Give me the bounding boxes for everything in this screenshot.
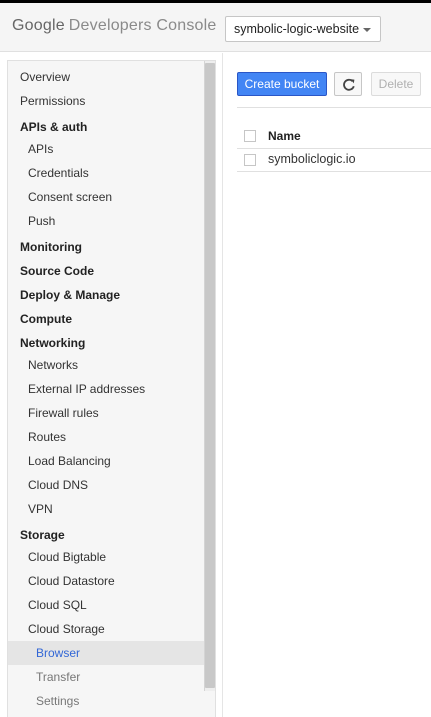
logo-google: Google — [12, 17, 65, 34]
sidebar-item-settings[interactable]: Settings — [8, 689, 204, 713]
sidebar-item-credentials[interactable]: Credentials — [8, 161, 204, 185]
sidebar-item-load-balancing[interactable]: Load Balancing — [8, 449, 204, 473]
toolbar-divider — [237, 107, 431, 108]
panel-divider — [222, 53, 223, 717]
sidebar-nav: Overview Permissions APIs & auth APIs Cr… — [7, 60, 216, 717]
sidebar-item-cloud-bigtable[interactable]: Cloud Bigtable — [8, 545, 204, 569]
refresh-button[interactable] — [334, 72, 362, 96]
sidebar-section-source-code[interactable]: Source Code — [8, 259, 204, 283]
sidebar-item-cloud-dns[interactable]: Cloud DNS — [8, 473, 204, 497]
sidebar-item-vpn[interactable]: VPN — [8, 497, 204, 521]
sidebar-section-networking[interactable]: Networking — [8, 331, 204, 355]
sidebar-item-cloud-datastore[interactable]: Cloud Datastore — [8, 569, 204, 593]
sidebar-item-overview[interactable]: Overview — [8, 65, 204, 89]
row-checkbox[interactable] — [244, 154, 256, 166]
project-selector[interactable]: symbolic-logic-website — [225, 16, 381, 42]
sidebar-item-firewall-rules[interactable]: Firewall rules — [8, 401, 204, 425]
sidebar-item-browser[interactable]: Browser — [8, 641, 204, 665]
sidebar-section-deploy-manage[interactable]: Deploy & Manage — [8, 283, 204, 307]
top-bar: Google Developers Console symbolic-logic-… — [0, 0, 431, 52]
sidebar-item-external-ip[interactable]: External IP addresses — [8, 377, 204, 401]
chevron-down-icon — [363, 28, 371, 32]
sidebar-section-storage[interactable]: Storage — [8, 523, 204, 547]
sidebar-item-cloud-sql[interactable]: Cloud SQL — [8, 593, 204, 617]
create-bucket-button[interactable]: Create bucket — [237, 72, 327, 96]
app-logo[interactable]: Google Developers Console — [12, 17, 216, 35]
logo-product: Developers Console — [68, 17, 217, 34]
refresh-icon — [343, 78, 355, 91]
sidebar-item-transfer[interactable]: Transfer — [8, 665, 204, 689]
project-name: symbolic-logic-website — [234, 22, 360, 36]
sidebar-section-monitoring[interactable]: Monitoring — [8, 235, 204, 259]
select-all-checkbox[interactable] — [244, 130, 256, 142]
sidebar-item-consent-screen[interactable]: Consent screen — [8, 185, 204, 209]
sidebar-item-cloud-storage[interactable]: Cloud Storage — [8, 617, 204, 641]
sidebar-item-routes[interactable]: Routes — [8, 425, 204, 449]
sidebar-section-apis-auth[interactable]: APIs & auth — [8, 115, 204, 139]
sidebar-section-compute[interactable]: Compute — [8, 307, 204, 331]
sidebar-item-apis[interactable]: APIs — [8, 137, 204, 161]
bucket-name-link[interactable]: symboliclogic.io — [268, 152, 356, 166]
sidebar-item-networks[interactable]: Networks — [8, 353, 204, 377]
column-header-name[interactable]: Name — [268, 129, 301, 143]
delete-button: Delete — [371, 72, 421, 96]
sidebar-item-push[interactable]: Push — [8, 209, 204, 233]
sidebar-item-permissions[interactable]: Permissions — [8, 89, 204, 113]
sidebar-scrollbar-thumb[interactable] — [205, 63, 215, 688]
